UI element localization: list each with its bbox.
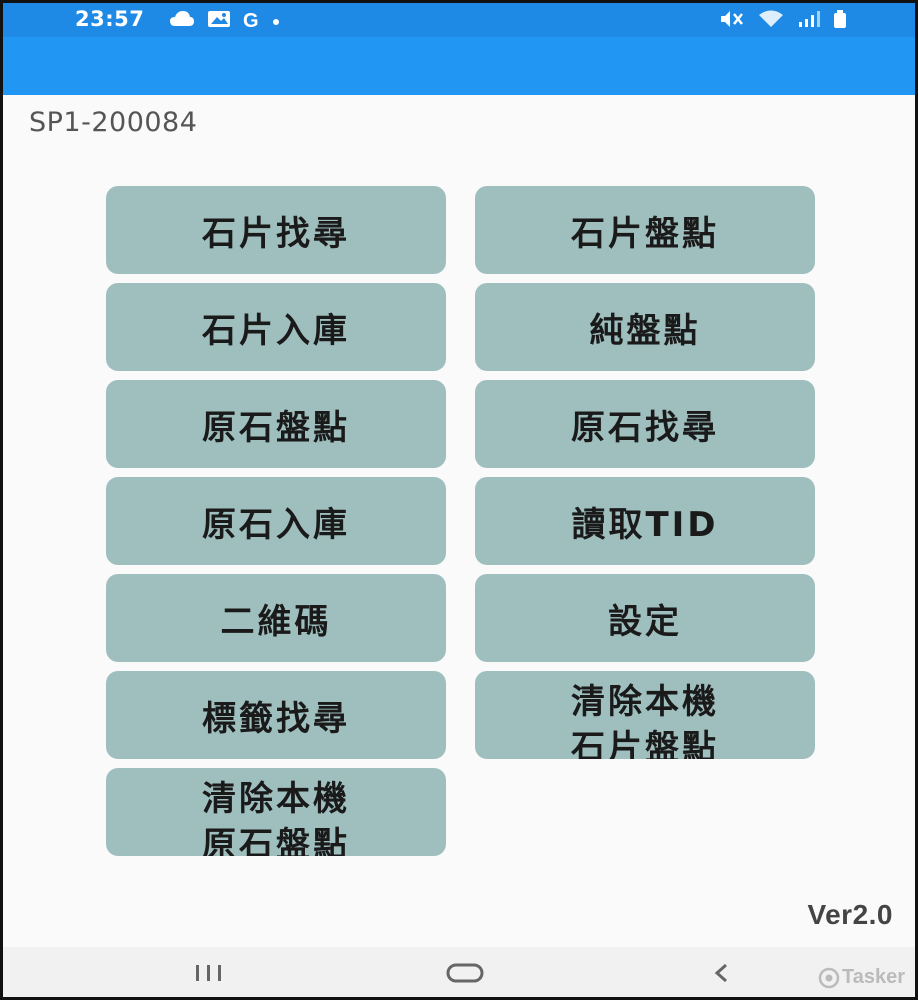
google-icon: G bbox=[243, 10, 259, 32]
back-icon[interactable] bbox=[700, 955, 744, 991]
app-bar bbox=[3, 37, 915, 95]
clear-raw-inventory-button[interactable]: 清除本機 原石盤點 bbox=[106, 768, 446, 856]
settings-button[interactable]: 設定 bbox=[475, 574, 815, 662]
stone-warehouse-in-button[interactable]: 石片入庫 bbox=[106, 283, 446, 371]
tasker-logo-icon bbox=[818, 967, 840, 988]
version-label: Ver2.0 bbox=[807, 899, 893, 930]
wifi-icon bbox=[757, 9, 785, 33]
notification-icons: G bbox=[169, 9, 281, 33]
raw-find-button[interactable]: 原石找尋 bbox=[475, 380, 815, 468]
tasker-watermark: Tasker bbox=[818, 966, 905, 989]
clear-raw-line2: 原石盤點 bbox=[202, 825, 350, 856]
read-tid-button[interactable]: 讀取TID bbox=[475, 477, 815, 565]
stone-find-button[interactable]: 石片找尋 bbox=[106, 186, 446, 274]
battery-icon bbox=[833, 9, 847, 33]
dot-icon bbox=[271, 12, 281, 31]
clear-stone-line2: 石片盤點 bbox=[571, 728, 719, 759]
qr-code-button[interactable]: 二維碼 bbox=[106, 574, 446, 662]
status-time: 23:57 bbox=[75, 7, 145, 31]
mute-icon bbox=[719, 9, 745, 33]
tag-find-button[interactable]: 標籤找尋 bbox=[106, 671, 446, 759]
clear-stone-inventory-button[interactable]: 清除本機 石片盤點 bbox=[475, 671, 815, 759]
cloud-icon bbox=[169, 9, 195, 33]
device-id: SP1-200084 bbox=[29, 107, 198, 138]
raw-warehouse-in-button[interactable]: 原石入庫 bbox=[106, 477, 446, 565]
recent-apps-icon[interactable] bbox=[187, 955, 231, 991]
clear-raw-line1: 清除本機 bbox=[202, 779, 350, 819]
system-icons bbox=[719, 9, 847, 33]
gallery-icon bbox=[207, 9, 231, 33]
raw-inventory-button[interactable]: 原石盤點 bbox=[106, 380, 446, 468]
pure-inventory-button[interactable]: 純盤點 bbox=[475, 283, 815, 371]
status-bar: 23:57 G bbox=[3, 3, 915, 37]
phone-screen: 23:57 G SP1-200084 石片找尋 石片盤點 石片入庫 純盤點 原石… bbox=[0, 0, 918, 1000]
signal-icon bbox=[797, 9, 821, 33]
stone-inventory-button[interactable]: 石片盤點 bbox=[475, 186, 815, 274]
navigation-bar bbox=[3, 947, 915, 997]
watermark-text: Tasker bbox=[841, 966, 905, 988]
clear-stone-line1: 清除本機 bbox=[571, 682, 719, 722]
home-icon[interactable] bbox=[443, 955, 487, 991]
